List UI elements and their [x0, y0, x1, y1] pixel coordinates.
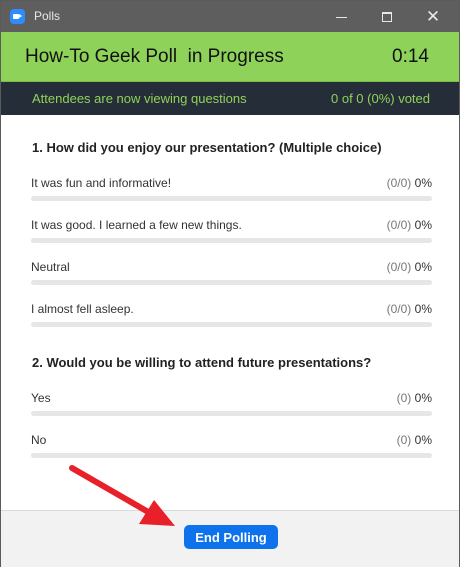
answer-count: (0/0) [386, 176, 412, 190]
maximize-icon [382, 12, 392, 23]
answer-count: (0/0) [386, 218, 412, 232]
answer-percent: 0% [414, 218, 432, 232]
answer-percent: 0% [414, 391, 432, 405]
title-bar[interactable]: Polls ✕ [1, 1, 459, 32]
answer-row: It was fun and informative! (0/0) 0% [31, 176, 432, 206]
status-bar: Attendees are now viewing questions 0 of… [1, 82, 459, 115]
minimize-icon [335, 16, 347, 18]
answer-row: It was good. I learned a few new things.… [31, 218, 432, 248]
answer-label: Neutral [31, 260, 70, 274]
answer-result: (0/0) 0% [387, 260, 432, 274]
poll-results: 1. How did you enjoy our presentation? (… [1, 115, 459, 510]
result-bar [31, 411, 432, 416]
poll-header: How-To Geek Poll in Progress 0:14 [1, 32, 459, 82]
answer-percent: 0% [414, 176, 432, 190]
minimize-button[interactable] [318, 1, 364, 32]
result-bar [31, 280, 432, 285]
end-polling-button[interactable]: End Polling [184, 525, 278, 549]
answer-result: (0) 0% [397, 433, 432, 447]
status-message: Attendees are now viewing questions [32, 91, 247, 106]
close-button[interactable]: ✕ [410, 1, 456, 32]
answer-row: Yes (0) 0% [31, 391, 432, 421]
result-bar [31, 322, 432, 327]
answer-label: No [31, 433, 47, 447]
poll-timer: 0:14 [392, 46, 429, 67]
window-title: Polls [34, 9, 61, 23]
answer-percent: 0% [414, 302, 432, 316]
answer-count: (0) [396, 433, 412, 447]
result-bar [31, 453, 432, 458]
result-bar [31, 196, 432, 201]
poll-footer: End Polling [1, 510, 459, 567]
answer-percent: 0% [414, 433, 432, 447]
answer-row: No (0) 0% [31, 433, 432, 463]
question-1-title: 1. How did you enjoy our presentation? (… [32, 140, 382, 155]
answer-result: (0/0) 0% [387, 302, 432, 316]
result-bar [31, 238, 432, 243]
polls-window: Polls ✕ How-To Geek Poll in Progress 0:1… [0, 0, 460, 567]
answer-result: (0/0) 0% [387, 218, 432, 232]
answer-result: (0/0) 0% [387, 176, 432, 190]
poll-title: How-To Geek Poll in Progress [25, 46, 284, 67]
answer-label: It was fun and informative! [31, 176, 172, 190]
answer-label: It was good. I learned a few new things. [31, 218, 242, 232]
question-2-title: 2. Would you be willing to attend future… [32, 355, 372, 370]
answer-count: (0/0) [386, 260, 412, 274]
answer-label: Yes [31, 391, 51, 405]
answer-row: I almost fell asleep. (0/0) 0% [31, 302, 432, 332]
answer-count: (0/0) [386, 302, 412, 316]
answer-count: (0) [396, 391, 412, 405]
answer-result: (0) 0% [397, 391, 432, 405]
answer-percent: 0% [414, 260, 432, 274]
close-icon: ✕ [425, 7, 441, 26]
maximize-button[interactable] [364, 1, 410, 32]
answer-label: I almost fell asleep. [31, 302, 134, 316]
answer-row: Neutral (0/0) 0% [31, 260, 432, 290]
vote-count: 0 of 0 (0%) voted [331, 91, 430, 106]
zoom-app-icon [10, 9, 25, 24]
